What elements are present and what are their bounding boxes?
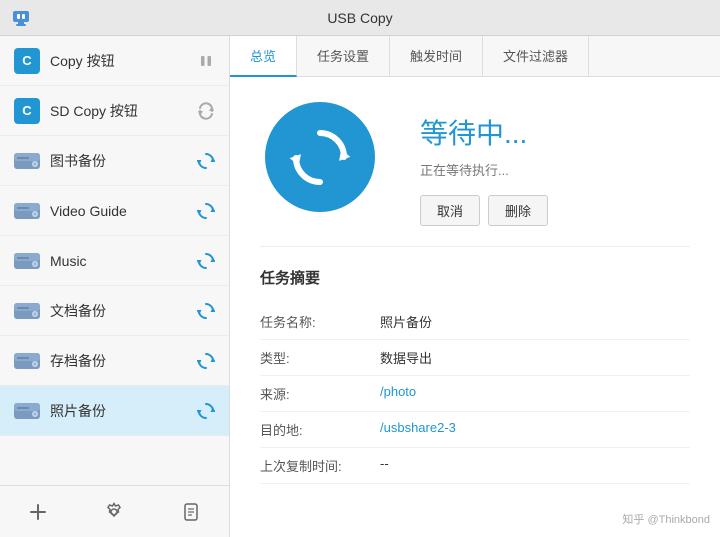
title-bar: USB Copy bbox=[0, 0, 720, 36]
sidebar-item-status-icon bbox=[195, 350, 217, 372]
hdd-icon bbox=[12, 396, 42, 426]
task-row: 上次复制时间:-- bbox=[260, 448, 690, 484]
sidebar-item-label: 图书备份 bbox=[50, 151, 195, 171]
sync-circle bbox=[265, 102, 375, 212]
task-summary: 任务摘要 任务名称:照片备份类型:数据导出来源:/photo目的地:/usbsh… bbox=[260, 267, 690, 484]
content-area: 总览任务设置触发时间文件过滤器 bbox=[230, 36, 720, 537]
task-value[interactable]: /usbshare2-3 bbox=[380, 420, 456, 439]
sidebar-item-status-icon bbox=[195, 300, 217, 322]
tab-task-settings[interactable]: 任务设置 bbox=[297, 36, 390, 76]
sidebar-footer bbox=[0, 485, 229, 537]
sidebar-item-music[interactable]: Music bbox=[0, 236, 229, 286]
settings-button[interactable] bbox=[94, 492, 134, 532]
sidebar-item-label: Copy 按钮 bbox=[50, 51, 195, 71]
sidebar-item-doc-backup[interactable]: 文档备份 bbox=[0, 286, 229, 336]
hdd-icon bbox=[12, 146, 42, 176]
task-value[interactable]: /photo bbox=[380, 384, 416, 403]
sidebar-item-status-icon bbox=[195, 400, 217, 422]
sidebar-item-label: Music bbox=[50, 253, 195, 269]
main-layout: C Copy 按钮 C SD Copy 按钮图书备份 Video Guide Music 文… bbox=[0, 36, 720, 537]
hdd-icon bbox=[12, 346, 42, 376]
task-value: 照片备份 bbox=[380, 312, 432, 331]
tab-overview[interactable]: 总览 bbox=[230, 36, 297, 77]
sidebar-item-label: 文档备份 bbox=[50, 301, 195, 321]
sidebar-item-status-icon bbox=[195, 200, 217, 222]
status-section: 等待中... 正在等待执行... 取消 删除 bbox=[260, 97, 690, 247]
task-label: 类型: bbox=[260, 348, 380, 367]
app-icon bbox=[10, 7, 32, 29]
task-row: 任务名称:照片备份 bbox=[260, 304, 690, 340]
sidebar-item-status-icon bbox=[195, 50, 217, 72]
sidebar-item-copy-button[interactable]: C Copy 按钮 bbox=[0, 36, 229, 86]
sidebar-item-video-guide[interactable]: Video Guide bbox=[0, 186, 229, 236]
status-subtitle: 正在等待执行... bbox=[420, 160, 548, 179]
cancel-button[interactable]: 取消 bbox=[420, 195, 480, 226]
sidebar-item-sd-copy-button[interactable]: C SD Copy 按钮 bbox=[0, 86, 229, 136]
task-row: 类型:数据导出 bbox=[260, 340, 690, 376]
hdd-icon bbox=[12, 296, 42, 326]
sidebar-item-archive-backup[interactable]: 存档备份 bbox=[0, 336, 229, 386]
sidebar-item-label: SD Copy 按钮 bbox=[50, 101, 195, 121]
status-info: 等待中... 正在等待执行... 取消 删除 bbox=[420, 97, 548, 226]
window-title: USB Copy bbox=[327, 10, 392, 26]
task-value: 数据导出 bbox=[380, 348, 432, 367]
status-buttons: 取消 删除 bbox=[420, 195, 548, 226]
task-label: 任务名称: bbox=[260, 312, 380, 331]
task-label: 上次复制时间: bbox=[260, 456, 380, 475]
hdd-icon bbox=[12, 246, 42, 276]
sidebar-item-status-icon bbox=[195, 250, 217, 272]
sidebar-item-book-backup[interactable]: 图书备份 bbox=[0, 136, 229, 186]
content-body: 等待中... 正在等待执行... 取消 删除 任务摘要 任务名称:照片备份类型:… bbox=[230, 77, 720, 537]
hdd-icon bbox=[12, 196, 42, 226]
delete-button[interactable]: 删除 bbox=[488, 195, 548, 226]
task-table: 任务名称:照片备份类型:数据导出来源:/photo目的地:/usbshare2-… bbox=[260, 304, 690, 484]
task-label: 来源: bbox=[260, 384, 380, 403]
task-row: 目的地:/usbshare2-3 bbox=[260, 412, 690, 448]
sidebar-item-status-icon bbox=[195, 100, 217, 122]
task-value: -- bbox=[380, 456, 389, 475]
copy-c-icon: C bbox=[12, 46, 42, 76]
tab-file-filter[interactable]: 文件过滤器 bbox=[483, 36, 589, 76]
sidebar: C Copy 按钮 C SD Copy 按钮图书备份 Video Guide Music 文… bbox=[0, 36, 230, 537]
task-row: 来源:/photo bbox=[260, 376, 690, 412]
sidebar-item-label: Video Guide bbox=[50, 203, 195, 219]
sidebar-list: C Copy 按钮 C SD Copy 按钮图书备份 Video Guide Music 文… bbox=[0, 36, 229, 485]
sidebar-item-label: 存档备份 bbox=[50, 351, 195, 371]
tab-trigger-time[interactable]: 触发时间 bbox=[390, 36, 483, 76]
add-task-button[interactable] bbox=[18, 492, 58, 532]
sync-icon-container bbox=[260, 97, 380, 217]
status-title: 等待中... bbox=[420, 112, 548, 152]
log-button[interactable] bbox=[171, 492, 211, 532]
sidebar-item-photo-backup[interactable]: 照片备份 bbox=[0, 386, 229, 436]
tabs-bar: 总览任务设置触发时间文件过滤器 bbox=[230, 36, 720, 77]
task-label: 目的地: bbox=[260, 420, 380, 439]
sidebar-item-status-icon bbox=[195, 150, 217, 172]
copy-c-icon: C bbox=[12, 96, 42, 126]
task-summary-title: 任务摘要 bbox=[260, 267, 690, 288]
sidebar-item-label: 照片备份 bbox=[50, 401, 195, 421]
sync-arrows-icon bbox=[288, 125, 353, 190]
